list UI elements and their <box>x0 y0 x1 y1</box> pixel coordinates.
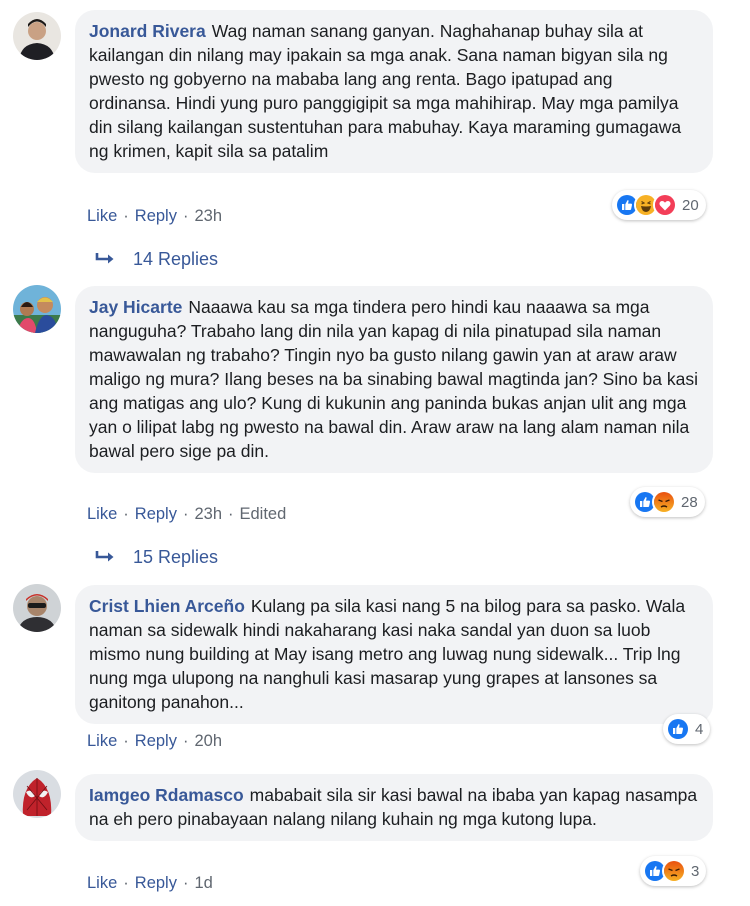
separator-dot: · <box>123 732 129 750</box>
angry-icon <box>652 490 676 514</box>
timestamp[interactable]: 1d <box>194 874 212 892</box>
comment-text: Naaawa kau sa mga tindera pero hindi kau… <box>89 297 699 461</box>
reaction-count: 4 <box>695 720 704 738</box>
reply-link[interactable]: Reply <box>135 874 177 892</box>
comment-actions: Like · Reply · 20h <box>87 732 222 751</box>
avatar[interactable] <box>13 770 61 818</box>
avatar[interactable] <box>13 12 61 60</box>
timestamp[interactable]: 23h <box>194 207 222 225</box>
comment-bubble: Jay Hicarte Naaawa kau sa mga tindera per… <box>75 286 713 473</box>
comment-actions: Like · Reply · 23h · Edited <box>87 505 286 524</box>
separator-dot: · <box>182 874 189 892</box>
timestamp[interactable]: 20h <box>194 732 222 750</box>
reaction-summary[interactable]: 4 <box>663 714 711 744</box>
separator-dot: · <box>228 505 234 523</box>
timestamp[interactable]: 23h <box>194 505 222 523</box>
comment-author[interactable]: Jay Hicarte <box>89 297 182 317</box>
like-link[interactable]: Like <box>87 505 117 523</box>
comment-actions: Like · Reply · 1d <box>87 874 213 893</box>
reaction-summary[interactable]: 3 <box>640 856 707 886</box>
like-link[interactable]: Like <box>87 874 117 892</box>
separator-dot: · <box>123 505 129 523</box>
avatar[interactable] <box>13 285 61 333</box>
view-replies[interactable]: 15 Replies <box>95 547 218 569</box>
reaction-summary[interactable]: 20 <box>612 190 706 220</box>
separator-dot: · <box>182 505 189 523</box>
comment-text: Wag naman sanang ganyan. Naghahanap buha… <box>89 21 682 161</box>
separator-dot: · <box>123 874 129 892</box>
view-replies[interactable]: 14 Replies <box>95 249 218 271</box>
comment-author[interactable]: Jonard Rivera <box>89 21 206 41</box>
separator-dot: · <box>123 207 129 225</box>
comment-actions: Like · Reply · 23h <box>87 207 222 226</box>
reaction-count: 28 <box>681 493 698 511</box>
reply-arrow-icon <box>95 548 119 569</box>
avatar[interactable] <box>13 584 61 632</box>
reply-link[interactable]: Reply <box>135 505 177 523</box>
like-link[interactable]: Like <box>87 207 117 225</box>
comment-bubble: Iamgeo Rdamasco mababait sila sir kasi ba… <box>75 774 713 841</box>
comment-bubble: Crist Lhien Arceño Kulang pa sila kasi na… <box>75 585 713 724</box>
comment-author[interactable]: Crist Lhien Arceño <box>89 596 245 616</box>
replies-count[interactable]: 15 Replies <box>133 547 218 567</box>
reaction-count: 20 <box>682 196 699 214</box>
replies-count[interactable]: 14 Replies <box>133 249 218 269</box>
reply-arrow-icon <box>95 250 119 271</box>
comment-bubble: Jonard Rivera Wag naman sanang ganyan. Na… <box>75 10 713 173</box>
love-icon <box>653 193 677 217</box>
edited-label[interactable]: Edited <box>240 505 287 523</box>
reply-link[interactable]: Reply <box>135 207 177 225</box>
separator-dot: · <box>182 732 189 750</box>
reaction-summary[interactable]: 28 <box>630 487 705 517</box>
reply-link[interactable]: Reply <box>135 732 177 750</box>
separator-dot: · <box>182 207 189 225</box>
angry-icon <box>662 859 686 883</box>
comment-author[interactable]: Iamgeo Rdamasco <box>89 785 244 805</box>
like-link[interactable]: Like <box>87 732 117 750</box>
reaction-count: 3 <box>691 862 700 880</box>
like-icon <box>666 717 690 741</box>
